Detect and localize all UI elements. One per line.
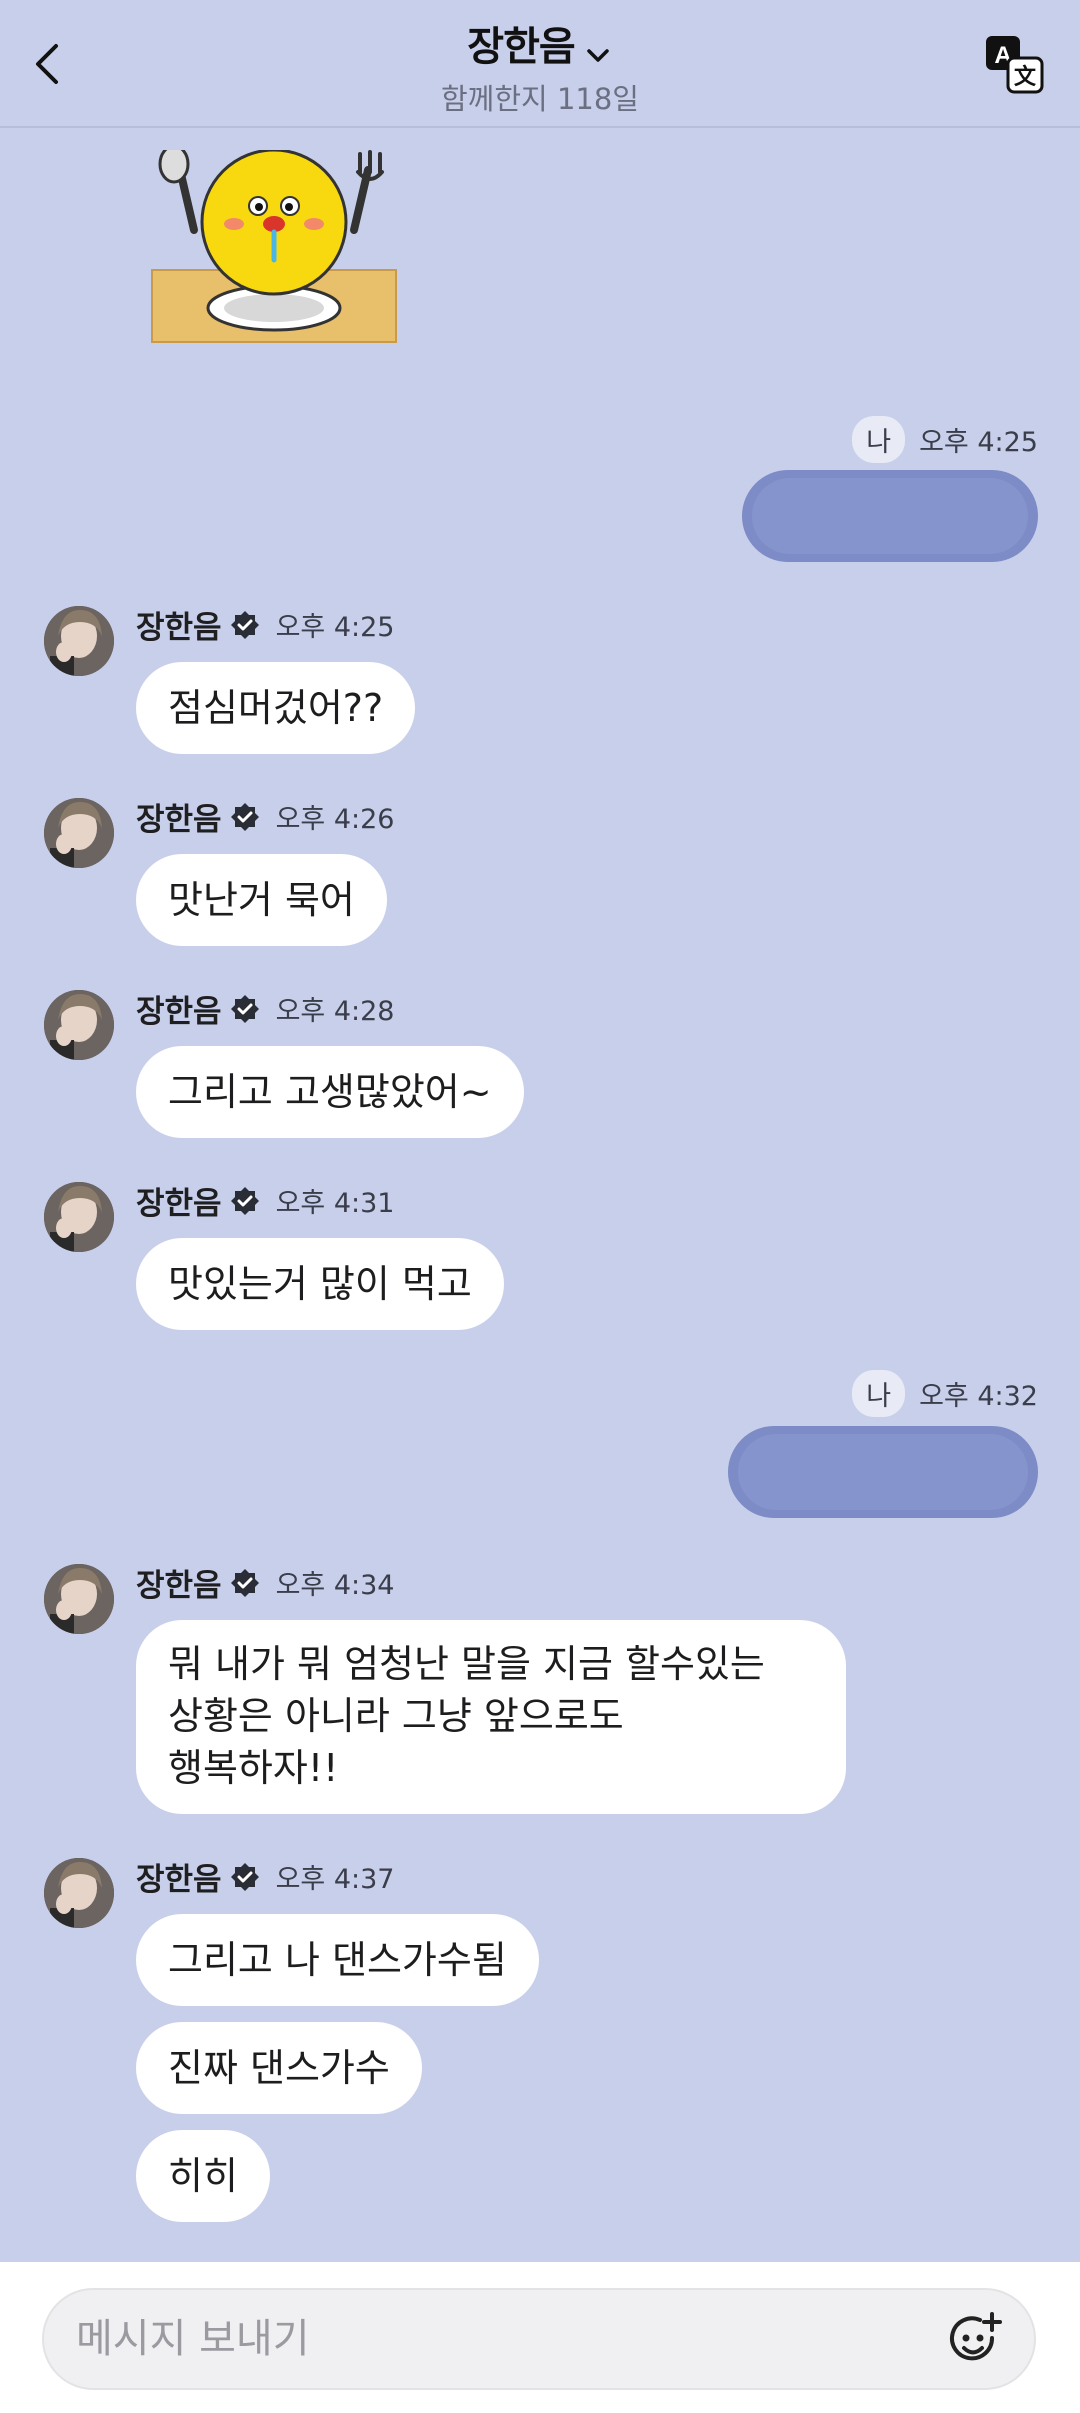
message-bubble[interactable]: 히히 (136, 2130, 270, 2222)
chevron-down-icon[interactable] (583, 41, 613, 71)
avatar[interactable] (44, 798, 114, 868)
message-bubble[interactable]: 맛있는거 많이 먹고 (136, 1238, 504, 1330)
sender-name[interactable]: 장한음 (136, 602, 222, 647)
message-line: 행복하자!! (168, 1746, 339, 1790)
my-message-bubble-redacted[interactable] (728, 1426, 1038, 1518)
message-input-placeholder: 메시지 보내기 (76, 2316, 310, 2362)
my-message-bubble-redacted[interactable] (742, 470, 1038, 562)
message-input[interactable]: 메시지 보내기 (42, 2288, 1036, 2390)
sender-row: 장한음 오후 4:37 (136, 1854, 394, 1899)
avatar[interactable] (44, 1564, 114, 1634)
sender-name[interactable]: 장한음 (136, 1854, 222, 1899)
sender-name[interactable]: 장한음 (136, 986, 222, 1031)
chat-title-area[interactable]: 장한음 함께한지 118일 (0, 14, 1080, 118)
message-line: 뭐 내가 뭐 엄청난 말을 지금 할수있는 (168, 1642, 765, 1686)
verified-badge-icon (230, 994, 259, 1023)
verified-badge-icon (230, 802, 259, 831)
sender-row: 장한음 오후 4:31 (136, 1178, 394, 1223)
my-message-meta: 나 오후 4:32 (852, 1369, 1038, 1417)
message-bubble[interactable]: 점심머겄어?? (136, 662, 416, 754)
sender-row: 장한음 오후 4:34 (136, 1560, 394, 1605)
avatar[interactable] (44, 990, 114, 1060)
sender-row: 장한음 오후 4:26 (136, 794, 394, 839)
message-bubble[interactable]: 진짜 댄스가수 (136, 2022, 422, 2114)
me-badge: 나 (852, 1369, 906, 1417)
chat-header: 장한음 함께한지 118일 A 文 (0, 0, 1080, 128)
sender-name[interactable]: 장한음 (136, 1178, 222, 1223)
chat-title[interactable]: 장한음 (467, 24, 575, 70)
message-time: 오후 4:28 (275, 996, 395, 1027)
me-badge: 나 (852, 415, 906, 463)
message-time: 오후 4:26 (275, 804, 395, 835)
add-emoji-icon[interactable] (946, 2310, 1006, 2370)
message-time: 오후 4:31 (275, 1188, 395, 1219)
verified-badge-icon (230, 1186, 259, 1215)
svg-text:文: 文 (1014, 64, 1037, 90)
days-together-label: 함께한지 118일 (441, 82, 639, 116)
translate-icon[interactable]: A 文 (984, 34, 1044, 94)
message-time: 오후 4:25 (919, 426, 1038, 458)
message-bubble[interactable]: 그리고 나 댄스가수됨 (136, 1914, 539, 2006)
message-bubble[interactable]: 뭐 내가 뭐 엄청난 말을 지금 할수있는 상황은 아니라 그냥 앞으로도 행복… (136, 1620, 846, 1814)
sender-row: 장한음 오후 4:28 (136, 986, 394, 1031)
sender-name[interactable]: 장한음 (136, 1560, 222, 1605)
hungry-chick-sticker[interactable] (150, 144, 400, 346)
message-time: 오후 4:37 (275, 1864, 395, 1895)
sender-name[interactable]: 장한음 (136, 794, 222, 839)
message-input-bar: 메시지 보내기 (0, 2262, 1080, 2413)
sender-row: 장한음 오후 4:25 (136, 602, 394, 647)
avatar[interactable] (44, 1182, 114, 1252)
verified-badge-icon (230, 1862, 259, 1891)
message-bubble[interactable]: 맛난거 묵어 (136, 854, 387, 946)
avatar[interactable] (44, 606, 114, 676)
verified-badge-icon (230, 1568, 259, 1597)
my-message-meta: 나 오후 4:25 (852, 415, 1038, 463)
message-line: 상황은 아니라 그냥 앞으로도 (168, 1694, 624, 1738)
message-time: 오후 4:25 (275, 612, 395, 643)
message-time: 오후 4:34 (275, 1570, 395, 1601)
verified-badge-icon (230, 610, 259, 639)
message-bubble[interactable]: 그리고 고생많았어~ (136, 1046, 524, 1138)
message-time: 오후 4:32 (919, 1380, 1038, 1412)
avatar[interactable] (44, 1858, 114, 1928)
